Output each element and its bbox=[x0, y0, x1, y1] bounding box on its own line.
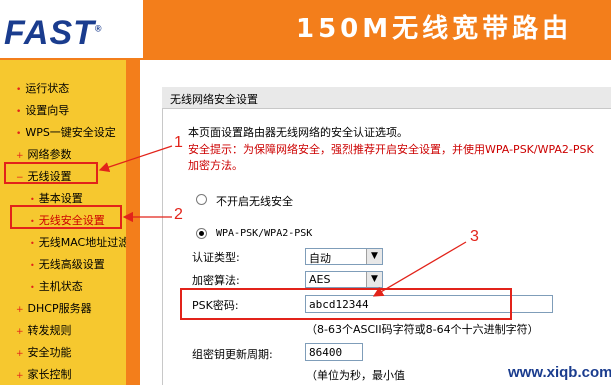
annotation-number-2: 2 bbox=[174, 206, 183, 223]
content-gap bbox=[140, 60, 148, 385]
bullet-icon: • bbox=[30, 283, 35, 292]
sidebar-item-dhcp[interactable]: + DHCP服务器 bbox=[16, 300, 92, 316]
panel-title: 无线网络安全设置 bbox=[162, 87, 611, 109]
chevron-down-icon: ▼ bbox=[366, 272, 382, 287]
watermark: www.xiqb.com bbox=[508, 364, 611, 381]
annotation-box-psk bbox=[180, 288, 512, 320]
encryption-label: 加密算法: bbox=[192, 274, 240, 287]
annotation-box-security bbox=[10, 205, 122, 229]
sidebar-item-security[interactable]: + 安全功能 bbox=[16, 344, 72, 360]
radio-no-security[interactable] bbox=[196, 194, 207, 205]
sidebar-item-mac-filter[interactable]: • 无线MAC地址过滤 bbox=[30, 234, 126, 250]
banner-title: 150M无线宽带路由 bbox=[296, 14, 573, 44]
plus-icon: + bbox=[16, 371, 24, 381]
plus-icon: + bbox=[16, 151, 24, 161]
plus-icon: + bbox=[16, 305, 24, 315]
annotation-number-3: 3 bbox=[470, 228, 479, 245]
sidebar-item-wizard[interactable]: • 设置向导 bbox=[16, 102, 69, 118]
sidebar-strip bbox=[126, 60, 140, 385]
security-warning-line1: 安全提示：为保障网络安全，强烈推荐开启安全设置，并使用WPA-PSK/WPA2-… bbox=[188, 143, 594, 156]
sidebar-item-hosts[interactable]: • 主机状态 bbox=[30, 278, 83, 294]
group-key-renew-input[interactable]: 86400 bbox=[305, 343, 363, 361]
psk-hint: （8-63个ASCII码字符或8-64个十六进制字符） bbox=[306, 323, 539, 336]
bullet-icon: • bbox=[16, 129, 22, 139]
annotation-box-wireless bbox=[4, 162, 98, 184]
chevron-down-icon: ▼ bbox=[366, 249, 382, 264]
bullet-icon: • bbox=[30, 195, 35, 204]
sidebar-item-advanced[interactable]: • 无线高级设置 bbox=[30, 256, 105, 272]
bullet-icon: • bbox=[30, 261, 35, 270]
option-wpa-psk-label: WPA-PSK/WPA2-PSK bbox=[216, 228, 313, 239]
sidebar-item-network[interactable]: + 网络参数 bbox=[16, 146, 72, 162]
renew-hint: （单位为秒，最小值 bbox=[306, 369, 405, 382]
plus-icon: + bbox=[16, 327, 24, 337]
encryption-select[interactable]: AES ▼ bbox=[305, 271, 383, 288]
bullet-icon: • bbox=[30, 239, 35, 248]
plus-icon: + bbox=[16, 349, 24, 359]
bullet-icon: • bbox=[16, 85, 22, 95]
bullet-icon: • bbox=[16, 107, 22, 117]
fast-logo: FAST® bbox=[4, 14, 103, 52]
radio-wpa-psk[interactable] bbox=[196, 228, 207, 239]
sidebar-item-status[interactable]: • 运行状态 bbox=[16, 80, 69, 96]
intro-text: 本页面设置路由器无线网络的安全认证选项。 bbox=[188, 126, 408, 139]
auth-type-label: 认证类型: bbox=[192, 251, 240, 264]
group-key-renew-label: 组密钥更新周期: bbox=[192, 348, 273, 361]
annotation-number-1: 1 bbox=[174, 134, 183, 151]
security-warning-line2: 加密方法。 bbox=[188, 159, 243, 172]
auth-type-select[interactable]: 自动 ▼ bbox=[305, 248, 383, 265]
sidebar-item-wps[interactable]: • WPS一键安全设定 bbox=[16, 124, 116, 140]
sidebar-item-forwarding[interactable]: + 转发规则 bbox=[16, 322, 72, 338]
option-no-security-label: 不开启无线安全 bbox=[216, 195, 293, 208]
sidebar-item-parental[interactable]: + 家长控制 bbox=[16, 366, 72, 382]
sidebar-item-basic[interactable]: • 基本设置 bbox=[30, 190, 83, 206]
